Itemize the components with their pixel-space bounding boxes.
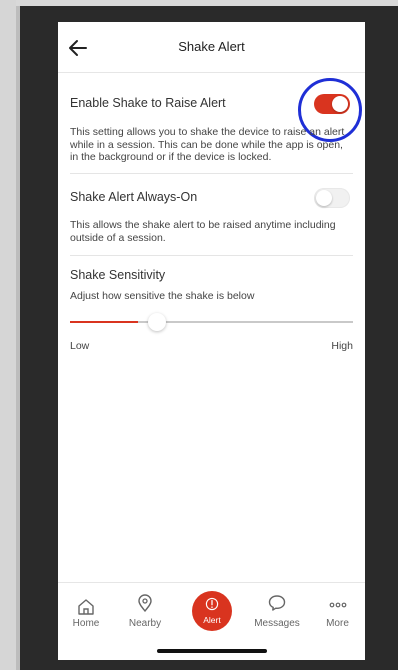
device-frame: Shake Alert Enable Shake to Raise Alert …: [0, 0, 398, 670]
window-left-inner-edge: [16, 6, 20, 670]
always-on-setting: Shake Alert Always-On: [70, 190, 353, 204]
slider-thumb[interactable]: [148, 313, 166, 331]
sensitivity-title: Shake Sensitivity: [70, 268, 166, 282]
slider-min-label: Low: [70, 340, 90, 352]
sensitivity-slider[interactable]: [70, 312, 353, 332]
tab-label: Nearby: [128, 618, 162, 629]
app-header: Shake Alert: [58, 22, 365, 73]
sensitivity-description: Adjust how sensitive the shake is below: [70, 290, 255, 302]
tab-messages[interactable]: Messages: [248, 583, 306, 643]
description-line: This allows the shake alert to be raised…: [70, 219, 336, 231]
window-left-edge: [0, 0, 16, 670]
tab-label: Home: [72, 618, 100, 629]
tab-home[interactable]: Home: [58, 583, 114, 643]
window-top-edge: [0, 0, 398, 6]
tab-more[interactable]: More: [310, 583, 365, 643]
divider: [70, 255, 353, 256]
tab-label: Messages: [254, 618, 300, 629]
page-title: Shake Alert: [178, 39, 245, 54]
description-line: outside of a session.: [70, 231, 166, 244]
alert-exclamation-icon: [205, 597, 219, 611]
always-on-description: This allows the shake alert to be raised…: [70, 219, 353, 244]
tab-label: Alert: [203, 615, 221, 625]
tab-label: More: [326, 618, 349, 629]
always-on-title: Shake Alert Always-On: [70, 190, 198, 204]
home-icon: [78, 599, 94, 615]
divider: [70, 173, 353, 174]
description-line: in the background or if the device is lo…: [70, 151, 272, 163]
phone-screen: Shake Alert Enable Shake to Raise Alert …: [58, 22, 365, 660]
description-line: while in a session. This can be done whi…: [70, 138, 343, 151]
slider-max-label: High: [331, 340, 353, 352]
tab-alert[interactable]: Alert: [182, 583, 242, 643]
chat-bubble-icon: [268, 595, 286, 611]
description-line: This setting allows you to shake the dev…: [70, 126, 345, 138]
location-pin-icon: [138, 594, 152, 613]
more-dots-icon: [329, 602, 346, 608]
always-on-toggle[interactable]: [314, 188, 350, 208]
tab-nearby[interactable]: Nearby: [114, 583, 176, 643]
toggle-knob: [316, 190, 332, 206]
enable-shake-description: This setting allows you to shake the dev…: [70, 126, 353, 164]
slider-fill: [70, 321, 138, 323]
home-indicator: [157, 649, 267, 653]
sensitivity-setting: Shake Sensitivity: [70, 268, 353, 282]
alert-button-circle: Alert: [192, 591, 232, 631]
